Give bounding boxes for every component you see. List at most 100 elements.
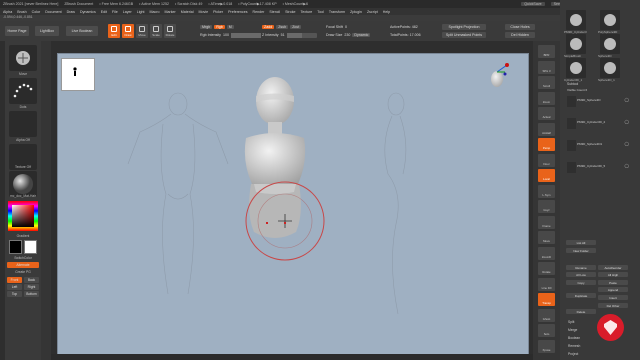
eye-icon[interactable]: ◯ bbox=[625, 119, 629, 124]
subtool-row[interactable]: PM3D_Cylinder3D_5 ◯ bbox=[565, 162, 635, 175]
secondary-color-swatch[interactable] bbox=[24, 240, 37, 254]
view-spix-3-button[interactable]: SPix 3 bbox=[538, 60, 555, 74]
menu-item[interactable]: Document bbox=[45, 10, 61, 14]
view-ghost-button[interactable]: Ghost bbox=[538, 308, 555, 322]
menu-item[interactable]: Draw bbox=[67, 10, 75, 14]
alpha-thumbnail[interactable] bbox=[9, 111, 37, 137]
m-button[interactable]: M bbox=[226, 25, 234, 29]
menu-item[interactable]: Stencil bbox=[269, 10, 280, 14]
tool-edit-button[interactable]: Edit bbox=[108, 24, 120, 38]
split-unmasked-button[interactable]: Split Unmasked Points bbox=[442, 32, 486, 38]
menu-item[interactable]: Alpha bbox=[3, 10, 12, 14]
delete-button[interactable]: Delete bbox=[566, 309, 596, 314]
menu-item[interactable]: Zscript bbox=[367, 10, 378, 14]
create-pg-button[interactable]: Create PG bbox=[5, 270, 41, 274]
menu-item[interactable]: Material bbox=[181, 10, 194, 14]
menu-item[interactable]: Render bbox=[253, 10, 265, 14]
tool-draw-button[interactable]: Draw bbox=[122, 24, 134, 38]
menu-item[interactable]: Edit bbox=[101, 10, 107, 14]
view-bpr-button[interactable]: BPR bbox=[538, 45, 555, 58]
project-menu[interactable]: Project bbox=[568, 352, 578, 356]
focal-shift-slider[interactable]: Focal Shift 0 bbox=[326, 24, 347, 30]
right-view-button[interactable]: Right bbox=[24, 284, 39, 290]
zcut-button[interactable]: Zcut bbox=[290, 25, 302, 29]
view-l-sym-button[interactable]: L.Sym bbox=[538, 184, 555, 198]
subtool-row[interactable]: PM3D_Sphere3D1 ◯ bbox=[565, 140, 635, 153]
tool-thumbnail[interactable] bbox=[566, 34, 586, 54]
del-other-button[interactable]: Del Other bbox=[598, 303, 628, 308]
view-zoomd-button[interactable]: ZoomD bbox=[538, 246, 555, 260]
quicksave-button[interactable]: QuickSave bbox=[521, 2, 545, 6]
eye-icon[interactable]: ◯ bbox=[625, 141, 629, 146]
rename-button[interactable]: Rename bbox=[566, 265, 596, 270]
menu-item[interactable]: Texture bbox=[301, 10, 313, 14]
auto-reorder-button[interactable]: AutoReorder bbox=[598, 265, 628, 270]
draw-size-slider[interactable]: Draw Size 230 Dynamic bbox=[326, 32, 371, 38]
brush-thumbnail[interactable] bbox=[9, 45, 37, 71]
mrgb-button[interactable]: Mrgb bbox=[200, 25, 213, 29]
menu-item[interactable]: Light bbox=[137, 10, 145, 14]
navigation-preview[interactable] bbox=[61, 58, 95, 91]
new-folder-button[interactable]: New Folder bbox=[566, 248, 596, 253]
view-rotate-button[interactable]: Rotate bbox=[538, 262, 555, 275]
split-menu[interactable]: Split bbox=[568, 320, 574, 324]
menu-item[interactable]: Layer bbox=[123, 10, 132, 14]
bottom-view-button[interactable]: Bottom bbox=[24, 291, 39, 297]
view-solo-button[interactable]: Solo bbox=[538, 324, 555, 337]
view-gxyz-button[interactable]: Gxyz bbox=[538, 200, 555, 213]
duplicate-button[interactable]: Duplicate bbox=[566, 293, 596, 298]
subtool-row[interactable]: PM3D_Sphere3D ◯ bbox=[565, 96, 635, 109]
home-page-button[interactable]: Home Page bbox=[5, 26, 29, 36]
color-picker[interactable] bbox=[8, 201, 38, 231]
tool-thumbnail[interactable] bbox=[600, 34, 620, 54]
view-xpose-button[interactable]: Xpose bbox=[538, 339, 555, 353]
menu-item[interactable]: File bbox=[112, 10, 118, 14]
menu-item[interactable]: Help bbox=[383, 10, 390, 14]
lightbox-button[interactable]: LightBox bbox=[35, 26, 59, 36]
append-button[interactable]: Append bbox=[598, 287, 628, 292]
view-aahalf-button[interactable]: AAHalf bbox=[538, 122, 555, 136]
view-frame-button[interactable]: Frame bbox=[538, 215, 555, 229]
menu-item[interactable]: Picker bbox=[213, 10, 223, 14]
dynamic-button[interactable]: Dynamic bbox=[352, 33, 371, 37]
view-actual-button[interactable]: Actual bbox=[538, 107, 555, 120]
z-intensity-slider[interactable]: Z Intensity 51 bbox=[262, 32, 317, 38]
switch-color-button[interactable]: SwitchColor bbox=[5, 256, 41, 260]
view-zoom-button[interactable]: Zoom bbox=[538, 91, 555, 105]
merge-menu[interactable]: Merge bbox=[568, 328, 577, 332]
front-view-button[interactable]: Front bbox=[7, 277, 22, 283]
view-line-fill-button[interactable]: Line Fill bbox=[538, 277, 555, 291]
boolean-menu[interactable]: Boolean bbox=[568, 336, 580, 340]
tool-thumbnail[interactable] bbox=[566, 10, 586, 30]
rgb-intensity-slider[interactable]: Rgb Intensity 100 bbox=[200, 32, 261, 38]
list-all-button[interactable]: List All bbox=[566, 240, 596, 245]
orientation-gizmo[interactable] bbox=[487, 62, 509, 96]
paste-button[interactable]: Paste bbox=[598, 280, 628, 285]
stroke-thumbnail[interactable] bbox=[9, 78, 37, 104]
top-view-button[interactable]: Top bbox=[7, 291, 22, 297]
eye-icon[interactable]: ◯ bbox=[625, 97, 629, 102]
view-scroll-button[interactable]: Scroll bbox=[538, 76, 555, 89]
insert-button[interactable]: Insert bbox=[598, 295, 628, 300]
tool-thumbnail[interactable] bbox=[600, 58, 620, 78]
document-viewport[interactable] bbox=[57, 53, 529, 356]
menu-item[interactable]: Transform bbox=[329, 10, 345, 14]
tool-thumbnail[interactable] bbox=[600, 10, 620, 30]
menu-item[interactable]: Zplugin bbox=[350, 10, 362, 14]
tool-rotate-button[interactable]: Rotate bbox=[164, 24, 176, 38]
view-move-button[interactable]: Move bbox=[538, 231, 555, 244]
menu-item[interactable]: Color bbox=[32, 10, 41, 14]
menu-item[interactable]: Tool bbox=[317, 10, 324, 14]
alternate-button[interactable]: Alternate bbox=[7, 262, 39, 268]
close-holes-button[interactable]: Close Holes bbox=[505, 24, 535, 30]
primary-color-swatch[interactable] bbox=[9, 240, 22, 254]
all-high-button[interactable]: All High bbox=[598, 272, 628, 277]
back-view-button[interactable]: Back bbox=[24, 277, 39, 283]
eye-icon[interactable]: ◯ bbox=[625, 163, 629, 168]
zsub-button[interactable]: Zsub bbox=[276, 25, 289, 29]
menu-item[interactable]: Marker bbox=[165, 10, 176, 14]
menu-item[interactable]: Macro bbox=[150, 10, 160, 14]
view-local-button[interactable]: Local bbox=[538, 169, 555, 182]
del-hidden-button[interactable]: Del Hidden bbox=[505, 32, 535, 38]
remesh-menu[interactable]: Remesh bbox=[568, 344, 580, 348]
